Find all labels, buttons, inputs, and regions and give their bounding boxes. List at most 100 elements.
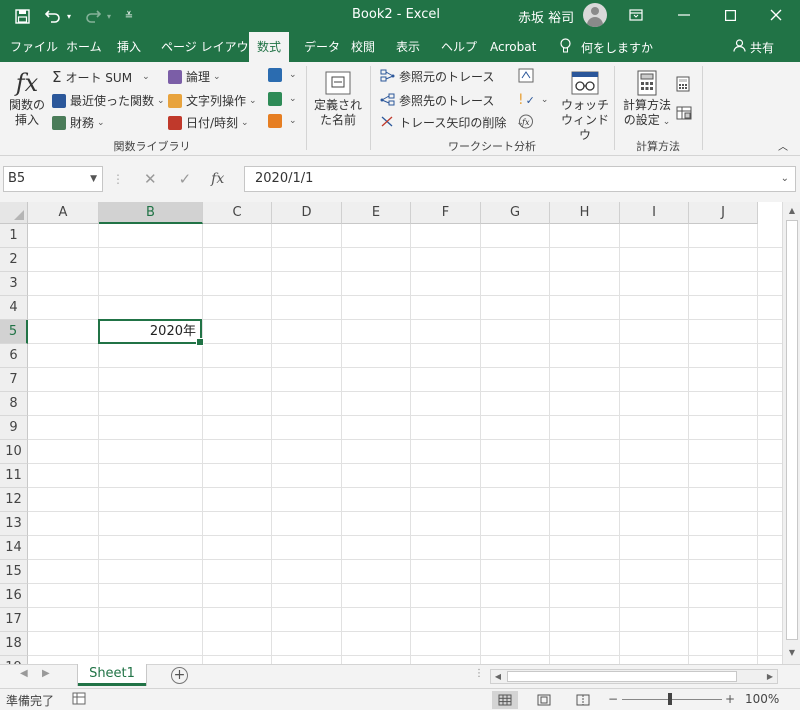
ribbon-display-options-icon[interactable] <box>616 0 656 30</box>
row-header-4[interactable]: 4 <box>0 296 28 320</box>
close-button[interactable] <box>756 0 796 30</box>
tab-home[interactable]: ホーム <box>58 32 110 62</box>
row-header-6[interactable]: 6 <box>0 344 28 368</box>
row-header-10[interactable]: 10 <box>0 440 28 464</box>
avatar[interactable] <box>583 3 607 27</box>
calculate-now-button[interactable] <box>676 76 690 95</box>
row-header-9[interactable]: 9 <box>0 416 28 440</box>
row-header-11[interactable]: 11 <box>0 464 28 488</box>
horizontal-scrollbar[interactable]: ◀ ▶ <box>490 669 778 684</box>
tab-review[interactable]: 校閲 <box>343 32 383 62</box>
tab-file[interactable]: ファイル <box>2 32 66 62</box>
select-all-button[interactable] <box>0 202 28 224</box>
horizontal-scroll-thumb[interactable] <box>507 671 737 682</box>
calculation-options-button[interactable]: 計算方法 の設定 ⌄ <box>620 68 674 130</box>
text-button[interactable]: 文字列操作 ⌄ <box>168 92 257 109</box>
autosum-button[interactable]: Σ オート SUM ⌄ <box>52 68 150 86</box>
sheet-nav-next-icon[interactable]: ▶ <box>42 668 50 679</box>
evaluate-formula-button[interactable]: fx <box>518 114 534 132</box>
share-button[interactable]: 共有 <box>733 32 774 62</box>
more-functions-button[interactable]: ⌄ <box>268 114 297 128</box>
insert-function-fx-icon[interactable]: fx <box>211 171 224 187</box>
name-box[interactable]: B5 ▼ <box>3 166 103 192</box>
customize-qat-icon[interactable]: ≚ <box>122 6 136 26</box>
vertical-scroll-thumb[interactable] <box>786 220 798 640</box>
lookup-button[interactable]: ⌄ <box>268 68 297 82</box>
tab-acrobat[interactable]: Acrobat <box>482 32 544 62</box>
row-header-3[interactable]: 3 <box>0 272 28 296</box>
drag-handle-icon[interactable]: ⋮ <box>112 172 124 186</box>
column-header-c[interactable]: C <box>203 202 272 224</box>
row-header-16[interactable]: 16 <box>0 584 28 608</box>
tab-view[interactable]: 表示 <box>388 32 428 62</box>
column-header-e[interactable]: E <box>342 202 411 224</box>
tell-me-search[interactable]: 何をしますか <box>560 32 653 62</box>
user-name[interactable]: 赤坂 裕司 <box>518 7 574 26</box>
column-header-a[interactable]: A <box>28 202 99 224</box>
financial-button[interactable]: 財務 ⌄ <box>52 114 105 131</box>
calculate-sheet-button[interactable] <box>676 106 692 123</box>
column-header-f[interactable]: F <box>411 202 481 224</box>
cancel-icon[interactable]: ✕ <box>144 170 157 188</box>
defined-names-button[interactable]: 定義され た名前 <box>313 68 363 128</box>
column-header-g[interactable]: G <box>481 202 550 224</box>
zoom-level[interactable]: 100% <box>745 692 779 706</box>
chevron-down-icon[interactable]: ▼ <box>90 167 97 191</box>
zoom-in-icon[interactable]: + <box>725 692 735 706</box>
minimize-button[interactable] <box>664 0 704 30</box>
trace-precedents-button[interactable]: 参照元のトレース <box>380 68 494 85</box>
sheet-tab-sheet1[interactable]: Sheet1 <box>78 664 146 686</box>
scroll-down-arrow-icon[interactable]: ▼ <box>786 646 798 660</box>
row-header-12[interactable]: 12 <box>0 488 28 512</box>
save-icon[interactable] <box>12 6 32 26</box>
row-header-5[interactable]: 5 <box>0 320 28 344</box>
scroll-left-arrow-icon[interactable]: ◀ <box>491 670 505 683</box>
logical-button[interactable]: 論理 ⌄ <box>168 68 221 85</box>
zoom-slider-track[interactable] <box>622 699 722 700</box>
tab-insert[interactable]: 挿入 <box>109 32 149 62</box>
recent-functions-button[interactable]: 最近使った関数 ⌄ <box>52 92 165 109</box>
row-header-2[interactable]: 2 <box>0 248 28 272</box>
watch-window-button[interactable]: ウォッチ ウィンドウ <box>560 68 610 143</box>
sheet-nav-prev-icon[interactable]: ◀ <box>20 668 28 679</box>
row-header-14[interactable]: 14 <box>0 536 28 560</box>
add-sheet-icon[interactable]: + <box>171 667 188 684</box>
row-header-7[interactable]: 7 <box>0 368 28 392</box>
row-header-18[interactable]: 18 <box>0 632 28 656</box>
row-header-8[interactable]: 8 <box>0 392 28 416</box>
error-checking-button[interactable]: ! ✓ ⌄ <box>518 92 548 108</box>
worksheet-grid[interactable]: ABCDEFGHIJ123456789101112131415161718192… <box>0 202 782 664</box>
row-header-17[interactable]: 17 <box>0 608 28 632</box>
page-break-preview-icon[interactable] <box>570 691 596 709</box>
tab-formulas[interactable]: 数式 <box>249 32 290 62</box>
formula-input[interactable]: 2020/1/1 ⌄ <box>244 166 796 192</box>
scroll-up-arrow-icon[interactable]: ▲ <box>786 204 798 218</box>
maximize-button[interactable] <box>710 0 750 30</box>
zoom-slider-thumb[interactable] <box>668 693 672 705</box>
tab-split-handle-icon[interactable]: ⋮ <box>474 668 484 679</box>
column-header-d[interactable]: D <box>272 202 342 224</box>
tab-data[interactable]: データ <box>296 32 348 62</box>
column-header-j[interactable]: J <box>689 202 758 224</box>
column-header-i[interactable]: I <box>620 202 689 224</box>
collapse-ribbon-icon[interactable]: ︿ <box>778 138 788 153</box>
remove-arrows-button[interactable]: トレース矢印の削除 ⌄ <box>380 114 524 131</box>
row-header-13[interactable]: 13 <box>0 512 28 536</box>
enter-check-icon[interactable]: ✓ <box>179 170 192 188</box>
tab-help[interactable]: ヘルプ <box>433 32 485 62</box>
redo-dropdown-icon[interactable]: ▾ <box>104 6 114 26</box>
cell-b5[interactable]: 2020年 <box>98 319 204 346</box>
macro-record-icon[interactable] <box>72 692 86 705</box>
column-header-b[interactable]: B <box>99 202 203 224</box>
column-header-h[interactable]: H <box>550 202 620 224</box>
trace-dependents-button[interactable]: 参照先のトレース <box>380 92 494 109</box>
scroll-right-arrow-icon[interactable]: ▶ <box>763 670 777 683</box>
vertical-scrollbar[interactable]: ▲ ▼ <box>782 202 800 664</box>
expand-formula-bar-icon[interactable]: ⌄ <box>781 167 789 191</box>
zoom-out-icon[interactable]: − <box>608 692 618 706</box>
math-button[interactable]: ⌄ <box>268 92 297 106</box>
undo-dropdown-icon[interactable]: ▾ <box>64 6 74 26</box>
redo-icon[interactable] <box>82 6 104 26</box>
insert-function-button[interactable]: fx 関数の 挿入 <box>6 68 48 128</box>
page-layout-view-icon[interactable] <box>531 691 557 709</box>
